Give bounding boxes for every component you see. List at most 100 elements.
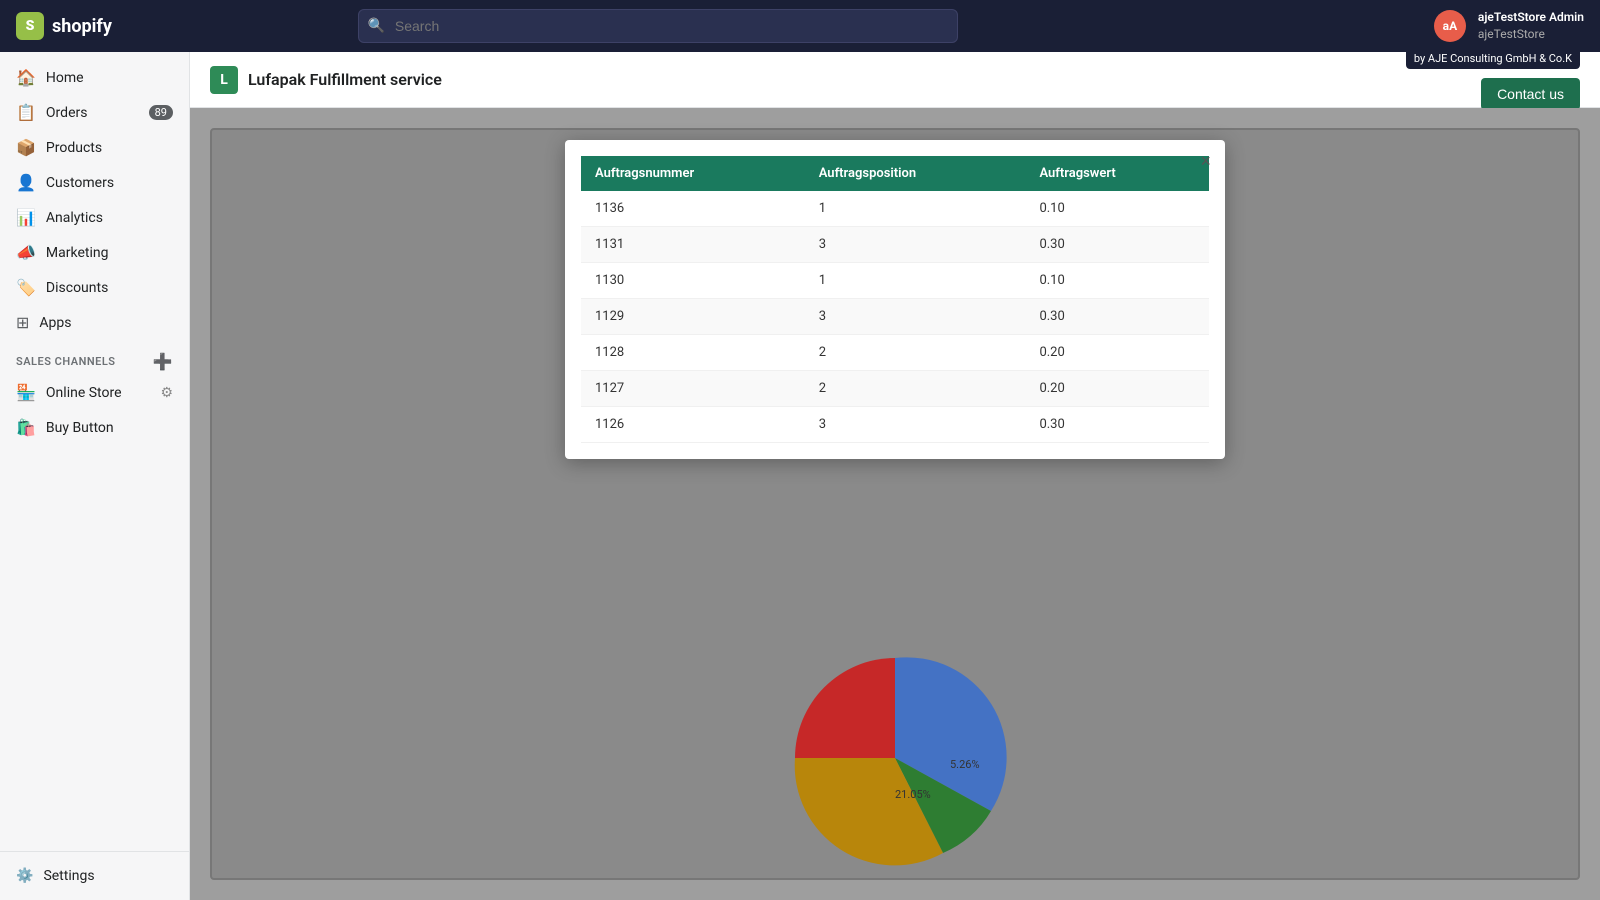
sidebar-label-analytics: Analytics [46,210,103,226]
sidebar-item-customers[interactable]: 👤 Customers [0,165,189,200]
table-cell: 1 [805,263,1026,299]
table-row[interactable]: 112820.20 [581,335,1209,371]
sidebar-item-orders[interactable]: 📋 Orders 89 [0,95,189,130]
contact-button[interactable]: Contact us [1481,78,1580,110]
table-cell: 2 [805,335,1026,371]
table-cell: 1 [805,191,1026,227]
avatar[interactable]: aA [1434,10,1466,42]
online-store-settings-icon[interactable]: ⚙ [160,385,173,401]
sidebar-item-buy-button[interactable]: 🛍️ Buy Button [0,410,189,445]
sidebar-label-marketing: Marketing [46,245,109,261]
table-row[interactable]: 113010.10 [581,263,1209,299]
sidebar-item-online-store[interactable]: 🏪 Online Store ⚙ [0,375,189,410]
table-row[interactable]: 113610.10 [581,191,1209,227]
customers-icon: 👤 [16,173,36,192]
sidebar-item-apps[interactable]: ⊞ Apps [0,305,189,340]
sidebar-item-marketing[interactable]: 📣 Marketing [0,235,189,270]
shopify-logo-icon: S [16,12,44,40]
orders-table: Auftragsnummer Auftragsposition Auftrags… [581,156,1209,443]
table-cell: 1129 [581,299,805,335]
orders-badge: 89 [149,105,173,120]
search-bar: 🔍 [358,9,958,43]
table-cell: 1136 [581,191,805,227]
sidebar-item-settings[interactable]: ⚙️ Settings [0,860,189,892]
table-cell: 3 [805,407,1026,443]
main-layout: 🏠 Home 📋 Orders 89 📦 Products 👤 Customer… [0,52,1600,900]
table-cell: 3 [805,299,1026,335]
table-cell: 1128 [581,335,805,371]
discounts-icon: 🏷️ [16,278,36,297]
table-cell: 1130 [581,263,805,299]
app-frame: 5.26% 21.05% × Auftragsnummer Auftragspo… [210,128,1580,880]
col-header-auftragsnummer: Auftragsnummer [581,156,805,191]
sidebar-label-customers: Customers [46,175,114,191]
table-cell: 0.30 [1025,227,1209,263]
col-header-auftragsposition: Auftragsposition [805,156,1026,191]
table-cell: 0.20 [1025,371,1209,407]
table-cell: 1127 [581,371,805,407]
analytics-icon: 📊 [16,208,36,227]
sidebar: 🏠 Home 📋 Orders 89 📦 Products 👤 Customer… [0,52,190,900]
app-content: 5.26% 21.05% × Auftragsnummer Auftragspo… [190,108,1600,900]
marketing-icon: 📣 [16,243,36,262]
online-store-icon: 🏪 [16,383,36,402]
sidebar-item-discounts[interactable]: 🏷️ Discounts [0,270,189,305]
top-navigation: S shopify 🔍 aA ajeTestStore Admin ajeTes… [0,0,1600,52]
search-icon: 🔍 [368,18,385,34]
user-info: ajeTestStore Admin ajeTestStore [1478,9,1584,43]
shopify-logo[interactable]: S shopify [16,12,112,40]
sidebar-label-products: Products [46,140,102,156]
app-logo: L [210,66,238,94]
content-area: L Lufapak Fulfillment service by AJE Con… [190,52,1600,900]
sidebar-item-products[interactable]: 📦 Products [0,130,189,165]
table-body: 113610.10113130.30113010.10112930.301128… [581,191,1209,443]
sidebar-item-analytics[interactable]: 📊 Analytics [0,200,189,235]
table-cell: 0.10 [1025,191,1209,227]
sidebar-label-settings: Settings [43,868,94,884]
table-cell: 1126 [581,407,805,443]
buy-button-icon: 🛍️ [16,418,36,437]
products-icon: 📦 [16,138,36,157]
table-row[interactable]: 112630.30 [581,407,1209,443]
contact-tooltip: by AJE Consulting GmbH & Co.K [1406,52,1580,69]
modal-close-button[interactable]: × [1200,152,1211,170]
table-cell: 1131 [581,227,805,263]
table-row[interactable]: 113130.30 [581,227,1209,263]
table-cell: 3 [805,227,1026,263]
sales-channels-section: SALES CHANNELS ➕ [0,340,189,375]
search-input[interactable] [358,9,958,43]
app-title: Lufapak Fulfillment service [248,70,442,89]
sales-channels-title: SALES CHANNELS [16,355,116,368]
app-title-area: L Lufapak Fulfillment service [210,66,442,94]
table-cell: 0.30 [1025,299,1209,335]
user-name: ajeTestStore Admin [1478,9,1584,26]
modal-overlay: × Auftragsnummer Auftragsposition Auftra… [212,130,1578,878]
sidebar-label-home: Home [46,70,84,86]
apps-icon: ⊞ [16,313,29,332]
sidebar-label-apps: Apps [39,315,71,331]
shopify-logo-text: shopify [52,16,112,37]
sidebar-label-online-store: Online Store [46,385,122,401]
col-header-auftragswert: Auftragswert [1025,156,1209,191]
sidebar-label-discounts: Discounts [46,280,108,296]
sidebar-bottom: ⚙️ Settings [0,851,189,892]
table-row[interactable]: 112720.20 [581,371,1209,407]
contact-area: by AJE Consulting GmbH & Co.K Contact us [1481,52,1580,110]
table-cell: 2 [805,371,1026,407]
table-cell: 0.30 [1025,407,1209,443]
app-header: L Lufapak Fulfillment service by AJE Con… [190,52,1600,108]
modal-dialog: × Auftragsnummer Auftragsposition Auftra… [565,140,1225,459]
table-cell: 0.20 [1025,335,1209,371]
orders-icon: 📋 [16,103,36,122]
add-channel-icon[interactable]: ➕ [153,352,173,371]
table-row[interactable]: 112930.30 [581,299,1209,335]
table-cell: 0.10 [1025,263,1209,299]
sidebar-label-buy-button: Buy Button [46,420,114,436]
nav-right: aA ajeTestStore Admin ajeTestStore [1434,9,1584,43]
settings-icon: ⚙️ [16,868,33,884]
home-icon: 🏠 [16,68,36,87]
sidebar-label-orders: Orders [46,105,88,121]
sidebar-item-home[interactable]: 🏠 Home [0,60,189,95]
user-store: ajeTestStore [1478,26,1584,43]
table-header-row: Auftragsnummer Auftragsposition Auftrags… [581,156,1209,191]
